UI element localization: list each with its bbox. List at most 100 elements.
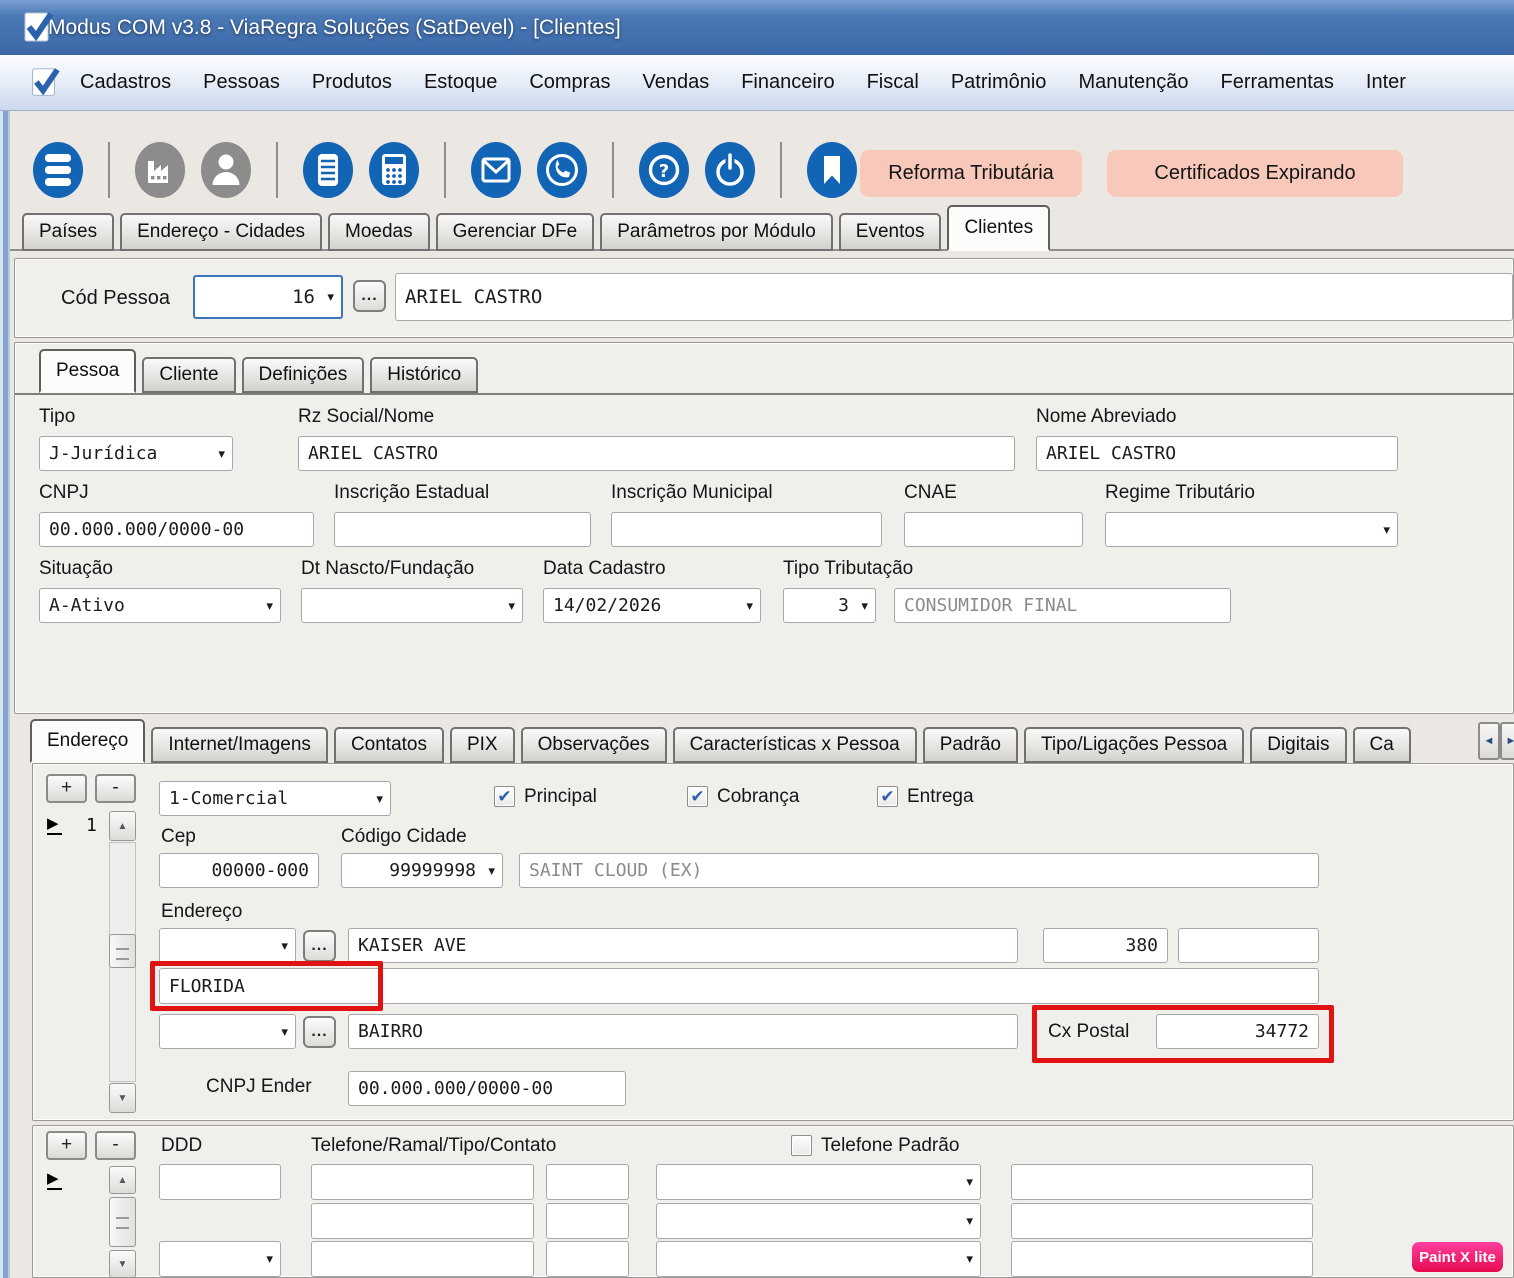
reforma-tributaria-button[interactable]: Reforma Tributária bbox=[860, 150, 1082, 197]
pessoa-tab[interactable]: Definições bbox=[242, 357, 365, 393]
rz-social-input[interactable]: ARIEL CASTRO bbox=[298, 436, 1015, 471]
main-tab[interactable]: Moedas bbox=[328, 213, 430, 251]
cod-pessoa-lookup-button[interactable]: ... bbox=[353, 280, 386, 312]
dropdown-arrow-icon[interactable]: ▼ bbox=[966, 1176, 973, 1189]
certificados-expirando-button[interactable]: Certificados Expirando bbox=[1107, 150, 1403, 197]
cnpj-input[interactable]: 00.000.000/0000-00 bbox=[39, 512, 314, 547]
endereco-tab[interactable]: Tipo/Ligações Pessoa bbox=[1024, 727, 1244, 763]
dropdown-arrow-icon[interactable]: ▼ bbox=[861, 599, 868, 612]
remove-telefone-button[interactable]: - bbox=[95, 1131, 136, 1160]
calculator-icon[interactable] bbox=[368, 141, 420, 199]
cnpj-ender-input[interactable]: 00.000.000/0000-00 bbox=[348, 1071, 626, 1106]
main-tab[interactable]: Parâmetros por Módulo bbox=[600, 213, 833, 251]
tipo-telefone-select-3[interactable]: ▼ bbox=[656, 1241, 981, 1277]
endereco-tab[interactable]: Padrão bbox=[923, 727, 1018, 763]
company-icon[interactable] bbox=[134, 141, 186, 199]
menu-item[interactable]: Financeiro bbox=[725, 71, 850, 94]
bookmark-icon[interactable] bbox=[806, 141, 858, 199]
menu-item[interactable]: Produtos bbox=[296, 71, 408, 94]
dropdown-arrow-icon[interactable]: ▼ bbox=[966, 1215, 973, 1228]
cep-input[interactable]: 00000-000 bbox=[159, 853, 319, 888]
dropdown-arrow-icon[interactable]: ▼ bbox=[281, 939, 288, 952]
menu-item[interactable]: Fiscal bbox=[851, 71, 935, 94]
situacao-select[interactable]: A-Ativo ▼ bbox=[39, 588, 281, 623]
regime-tributario-select[interactable]: ▼ bbox=[1105, 512, 1398, 547]
tipo-logradouro-select[interactable]: ▼ bbox=[159, 928, 296, 963]
menu-item[interactable]: Cadastros bbox=[64, 71, 187, 94]
endereco-tab[interactable]: Contatos bbox=[334, 727, 444, 763]
dropdown-arrow-icon[interactable]: ▼ bbox=[266, 1253, 273, 1266]
endereco-tab[interactable]: Digitais bbox=[1250, 727, 1346, 763]
remove-endereco-button[interactable]: - bbox=[95, 774, 136, 803]
data-cadastro-select[interactable]: 14/02/2026 ▼ bbox=[543, 588, 761, 623]
logradouro-lookup-button[interactable]: ... bbox=[303, 930, 336, 962]
dropdown-arrow-icon[interactable]: ▼ bbox=[266, 599, 273, 612]
add-telefone-button[interactable]: + bbox=[46, 1131, 87, 1160]
dropdown-arrow-icon[interactable]: ▼ bbox=[746, 599, 753, 612]
telefone-scroll-up-button[interactable]: ▲ bbox=[109, 1166, 136, 1194]
telefone-scroll-down-button[interactable]: ▼ bbox=[109, 1250, 136, 1278]
contato-input-2[interactable] bbox=[1011, 1203, 1313, 1239]
main-tab[interactable]: Gerenciar DFe bbox=[436, 213, 595, 251]
main-tab[interactable]: Clientes bbox=[947, 205, 1050, 251]
email-icon[interactable] bbox=[470, 141, 522, 199]
dropdown-arrow-icon[interactable]: ▼ bbox=[508, 599, 515, 612]
tab-scroll-right-button[interactable]: ► bbox=[1500, 722, 1514, 760]
endereco-tab[interactable]: Observações bbox=[521, 727, 667, 763]
ddd-input-1[interactable] bbox=[159, 1164, 281, 1200]
telefone-input-2[interactable] bbox=[311, 1203, 534, 1239]
dropdown-arrow-icon[interactable]: ▼ bbox=[966, 1253, 973, 1266]
endereco-tab[interactable]: Endereço bbox=[30, 719, 145, 763]
cx-postal-input[interactable]: 34772 bbox=[1156, 1014, 1319, 1049]
tipo-bairro-select[interactable]: ▼ bbox=[159, 1014, 296, 1049]
telefone-padrao-checkbox[interactable] bbox=[791, 1135, 812, 1156]
contato-input-3[interactable] bbox=[1011, 1241, 1313, 1277]
tipo-telefone-select-2[interactable]: ▼ bbox=[656, 1203, 981, 1239]
dropdown-arrow-icon[interactable]: ▼ bbox=[376, 792, 383, 805]
menu-item[interactable]: Estoque bbox=[408, 71, 513, 94]
nome-abreviado-input[interactable]: ARIEL CASTRO bbox=[1036, 436, 1398, 471]
codigo-cidade-select[interactable]: 99999998 ▼ bbox=[341, 853, 503, 888]
person-icon[interactable] bbox=[200, 141, 252, 199]
endereco-scroll-down-button[interactable]: ▼ bbox=[109, 1083, 136, 1113]
inscricao-municipal-input[interactable] bbox=[611, 512, 882, 547]
ramal-input-1[interactable] bbox=[546, 1164, 629, 1200]
endereco-tab[interactable]: Ca bbox=[1353, 727, 1411, 763]
menu-item[interactable]: Vendas bbox=[626, 71, 725, 94]
principal-checkbox[interactable]: ✔ bbox=[494, 786, 515, 807]
menu-item[interactable]: Ferramentas bbox=[1205, 71, 1350, 94]
add-endereco-button[interactable]: + bbox=[46, 774, 87, 803]
dropdown-arrow-icon[interactable]: ▼ bbox=[281, 1025, 288, 1038]
main-tab[interactable]: Países bbox=[22, 213, 114, 251]
cobranca-checkbox[interactable]: ✔ bbox=[687, 786, 708, 807]
dropdown-arrow-icon[interactable]: ▼ bbox=[327, 291, 334, 304]
menu-item[interactable]: Compras bbox=[513, 71, 626, 94]
main-tab[interactable]: Eventos bbox=[839, 213, 942, 251]
endereco-scroll-up-button[interactable]: ▲ bbox=[109, 811, 136, 841]
dropdown-arrow-icon[interactable]: ▼ bbox=[488, 864, 495, 877]
tipo-endereco-select[interactable]: 1-Comercial ▼ bbox=[159, 781, 391, 816]
help-icon[interactable]: ? bbox=[638, 141, 690, 199]
dropdown-arrow-icon[interactable]: ▼ bbox=[218, 447, 225, 460]
dropdown-arrow-icon[interactable]: ▼ bbox=[1383, 523, 1390, 536]
menu-item[interactable]: Patrimônio bbox=[935, 71, 1063, 94]
tipo-tributacao-select[interactable]: 3 ▼ bbox=[783, 588, 876, 623]
telefone-input-1[interactable] bbox=[311, 1164, 534, 1200]
phone-icon[interactable] bbox=[536, 141, 588, 199]
power-icon[interactable] bbox=[704, 141, 756, 199]
tipo-telefone-select-1[interactable]: ▼ bbox=[656, 1164, 981, 1200]
pessoa-tab[interactable]: Pessoa bbox=[39, 349, 136, 393]
cod-pessoa-input[interactable]: 16 ▼ bbox=[193, 275, 343, 319]
menu-item[interactable]: Inter bbox=[1350, 71, 1422, 94]
endereco-tab[interactable]: Internet/Imagens bbox=[151, 727, 328, 763]
tipo-select[interactable]: J-Jurídica ▼ bbox=[39, 436, 233, 471]
menu-item[interactable]: Pessoas bbox=[187, 71, 296, 94]
endereco-linha2-input[interactable]: FLORIDA bbox=[159, 968, 1319, 1004]
telefone-input-3[interactable] bbox=[311, 1241, 534, 1277]
database-icon[interactable] bbox=[32, 141, 84, 199]
endereco-tab[interactable]: PIX bbox=[450, 727, 515, 763]
complemento-input[interactable] bbox=[1178, 928, 1319, 963]
inscricao-estadual-input[interactable] bbox=[334, 512, 591, 547]
endereco-tab[interactable]: Características x Pessoa bbox=[673, 727, 917, 763]
logradouro-input[interactable]: KAISER AVE bbox=[348, 928, 1018, 963]
